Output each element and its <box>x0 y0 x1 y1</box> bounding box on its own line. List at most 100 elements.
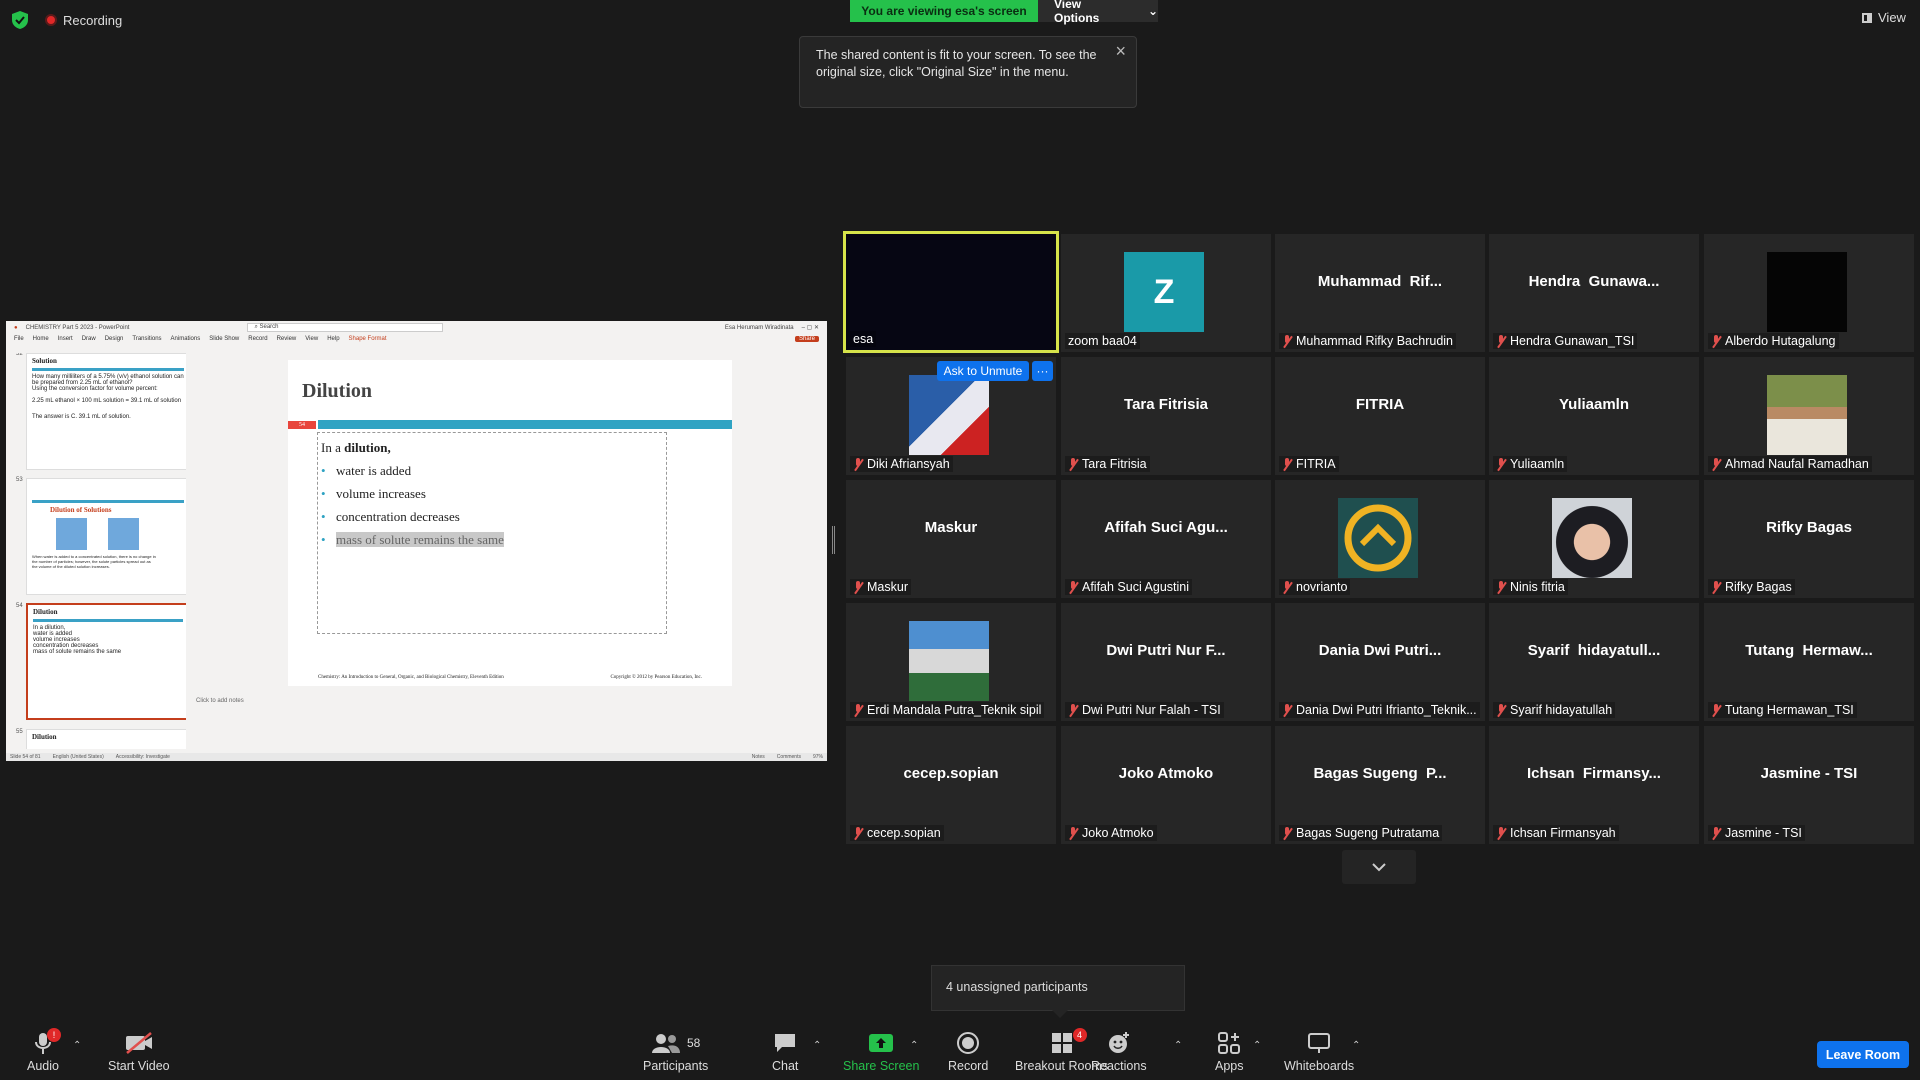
ppt-search-box[interactable]: ⌕ Search <box>247 323 444 332</box>
thumb-line: the volume of the diluted solution incre… <box>32 564 110 569</box>
whiteboards-caret-icon[interactable]: ⌃ <box>1352 1040 1360 1051</box>
participants-icon: 58 <box>651 1030 700 1056</box>
participants-button[interactable]: 58 Participants <box>643 1030 708 1073</box>
leave-room-button[interactable]: Leave Room <box>1817 1041 1909 1068</box>
participant-display-name <box>846 234 1056 326</box>
slide-thumbnail-selected[interactable]: Dilution In a dilution, water is added v… <box>26 603 186 720</box>
participant-tile[interactable]: Syarif hidayatull... Syarif hidayatullah <box>1489 603 1699 721</box>
status-zoom[interactable]: 97% <box>813 754 823 760</box>
ribbon-tab-transitions[interactable]: Transitions <box>132 336 161 342</box>
participant-tile[interactable]: Zzoom baa04 <box>1061 234 1271 352</box>
apps-label: Apps <box>1215 1059 1244 1073</box>
ribbon-tab-record[interactable]: Record <box>248 336 267 342</box>
participant-tile[interactable]: Ninis fitria <box>1489 480 1699 598</box>
participant-tile[interactable]: Muhammad Rif... Muhammad Rifky Bachrudin <box>1275 234 1485 352</box>
slide-thumbnail[interactable]: Solution How many milliliters of a 5.75%… <box>26 353 186 470</box>
splitter-handle[interactable] <box>832 526 835 554</box>
participant-display-name: Dwi Putri Nur F... <box>1106 641 1226 659</box>
apps-caret-icon[interactable]: ⌃ <box>1253 1040 1261 1051</box>
autosave-icon[interactable]: ● <box>14 325 18 331</box>
participant-tile[interactable]: Dania Dwi Putri... Dania Dwi Putri Ifrian… <box>1275 603 1485 721</box>
reactions-caret-icon[interactable]: ⌃ <box>1174 1040 1182 1051</box>
chat-button[interactable]: Chat <box>772 1030 798 1073</box>
ribbon-tab-shape-format[interactable]: Shape Format <box>349 336 387 342</box>
participant-tile[interactable]: Alberdo Hutagalung <box>1704 234 1914 352</box>
status-accessibility[interactable]: Accessibility: Investigate <box>116 754 170 760</box>
chat-caret-icon[interactable]: ⌃ <box>813 1040 821 1051</box>
participant-tile[interactable]: Yuliaamln Yuliaamln <box>1489 357 1699 475</box>
slide-title: Dilution <box>302 380 373 402</box>
participant-tile[interactable]: Hendra Gunawa... Hendra Gunawan_TSI <box>1489 234 1699 352</box>
view-options-button[interactable]: View Options ⌄ <box>1038 0 1158 25</box>
bullet-intro: In a dilution, <box>321 436 504 459</box>
window-controls[interactable]: – ▢ ✕ <box>802 324 819 331</box>
record-button[interactable]: Record <box>948 1030 988 1073</box>
tooltip-text: The shared content is fit to your screen… <box>816 48 1097 79</box>
view-button[interactable]: View <box>1862 10 1906 25</box>
ribbon-tab-insert[interactable]: Insert <box>58 336 73 342</box>
slide-footer: Chemistry: An Introduction to General, O… <box>318 675 702 680</box>
participant-tile[interactable]: Bagas Sugeng P... Bagas Sugeng Putratama <box>1275 726 1485 844</box>
participant-name: Tutang Hermawan_TSI <box>1725 703 1854 717</box>
slide-thumbnail[interactable]: Dilution <box>26 729 186 749</box>
recording-indicator[interactable]: Recording <box>45 11 122 29</box>
status-language[interactable]: English (United States) <box>53 754 104 760</box>
ribbon-tab-file[interactable]: File <box>14 336 24 342</box>
ribbon-tab-animations[interactable]: Animations <box>171 336 201 342</box>
ribbon-tab-draw[interactable]: Draw <box>82 336 96 342</box>
ribbon-tab-view[interactable]: View <box>305 336 318 342</box>
participant-tile[interactable]: Ahmad Naufal Ramadhan <box>1704 357 1914 475</box>
close-icon[interactable]: × <box>1115 42 1126 60</box>
slide-thumbnail[interactable]: Dilution of Solutions When water is adde… <box>26 478 186 595</box>
shared-screen[interactable]: ● CHEMISTRY Part 5 2023 - PowerPoint ⌕ S… <box>6 321 827 761</box>
slide-canvas[interactable]: Dilution 54 In a dilution, water is adde… <box>288 360 732 686</box>
ask-to-unmute-button[interactable]: Ask to Unmute <box>937 361 1029 381</box>
thumb-line: mass of solute remains the same <box>33 649 122 655</box>
ribbon-tab-home[interactable]: Home <box>33 336 49 342</box>
ppt-share-button[interactable]: Share <box>794 336 819 342</box>
participant-avatar <box>909 621 989 701</box>
participant-name: Ichsan Firmansyah <box>1510 826 1616 840</box>
participant-tile[interactable]: cecep.sopian cecep.sopian <box>846 726 1056 844</box>
reactions-button[interactable]: Reactions <box>1091 1030 1147 1073</box>
participant-tile[interactable]: Afifah Suci Agu... Afifah Suci Agustini <box>1061 480 1271 598</box>
audio-caret-icon[interactable]: ⌃ <box>73 1040 81 1051</box>
ribbon-tab-slide-show[interactable]: Slide Show <box>209 336 239 342</box>
ribbon-tab-review[interactable]: Review <box>277 336 297 342</box>
participant-tile[interactable]: Ichsan Firmansy... Ichsan Firmansyah <box>1489 726 1699 844</box>
participant-tile[interactable]: FITRIA FITRIA <box>1275 357 1485 475</box>
muted-microphone-icon <box>1068 457 1078 471</box>
participant-tile[interactable]: Tutang Hermaw... Tutang Hermawan_TSI <box>1704 603 1914 721</box>
participant-tile[interactable]: Joko Atmoko Joko Atmoko <box>1061 726 1271 844</box>
apps-button[interactable]: Apps <box>1215 1030 1244 1073</box>
participant-tile[interactable]: Jasmine - TSI Jasmine - TSI <box>1704 726 1914 844</box>
audio-button[interactable]: ! Audio <box>27 1028 61 1073</box>
participant-avatar <box>1767 375 1847 455</box>
participant-tile[interactable]: esa <box>843 231 1059 353</box>
slide-thumbnails-pane[interactable]: 52 Solution How many milliliters of a 5.… <box>14 353 186 749</box>
notes-placeholder[interactable]: Click to add notes <box>196 698 244 704</box>
participant-tile[interactable]: Rifky Bagas Rifky Bagas <box>1704 480 1914 598</box>
participant-name-label: Erdi Mandala Putra_Teknik sipil <box>850 702 1045 718</box>
ribbon-tab-design[interactable]: Design <box>105 336 124 342</box>
status-slide-count: Slide 54 of 81 <box>10 754 41 760</box>
start-video-button[interactable]: Start Video <box>108 1030 170 1073</box>
participant-tile[interactable]: Maskur Maskur <box>846 480 1056 598</box>
thumb-number: 53 <box>16 477 23 483</box>
share-caret-icon[interactable]: ⌃ <box>910 1040 918 1051</box>
security-shield-icon[interactable] <box>10 10 30 30</box>
participant-tile[interactable]: Erdi Mandala Putra_Teknik sipil <box>846 603 1056 721</box>
share-screen-button[interactable]: Share Screen <box>843 1030 919 1073</box>
highlighted-text: mass of solute remains the same <box>336 532 504 547</box>
gallery-next-page-button[interactable] <box>1342 850 1416 884</box>
whiteboards-button[interactable]: Whiteboards <box>1284 1030 1354 1073</box>
status-notes-button[interactable]: Notes <box>752 754 765 760</box>
status-comments-button[interactable]: Comments <box>777 754 801 760</box>
ribbon-tab-help[interactable]: Help <box>327 336 339 342</box>
participant-tile[interactable]: novrianto <box>1275 480 1485 598</box>
participant-name-label: Tara Fitrisia <box>1065 456 1150 472</box>
participant-tile[interactable]: Tara Fitrisia Tara Fitrisia <box>1061 357 1271 475</box>
participant-tile[interactable]: Dwi Putri Nur F... Dwi Putri Nur Falah - … <box>1061 603 1271 721</box>
thumb-band <box>32 500 184 503</box>
more-options-button[interactable]: ··· <box>1032 361 1053 381</box>
